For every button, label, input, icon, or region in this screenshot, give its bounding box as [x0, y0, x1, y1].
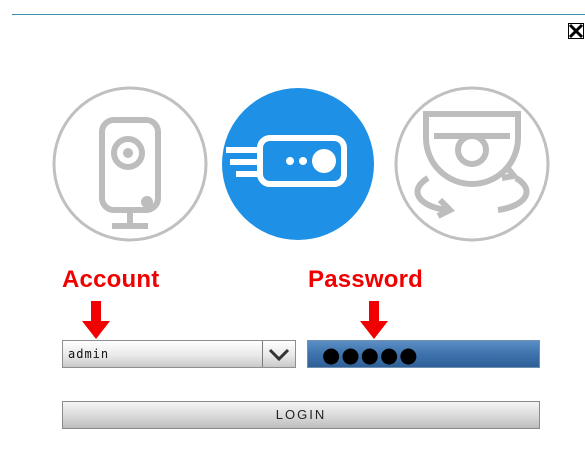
arrow-down-icon — [360, 301, 388, 339]
select-divider — [262, 341, 263, 367]
password-field[interactable]: ●●●●● — [307, 340, 540, 368]
nvr-recorder-icon[interactable] — [220, 86, 376, 242]
dome-camera-rotate-icon[interactable] — [394, 86, 550, 242]
chevron-down-icon[interactable] — [266, 345, 292, 363]
login-button[interactable]: LOGIN — [62, 401, 540, 429]
arrow-down-icon — [82, 301, 110, 339]
account-annotation: Account — [62, 266, 160, 293]
password-annotation: Password — [308, 266, 423, 293]
top-divider — [12, 14, 585, 15]
account-select[interactable]: admin — [62, 340, 296, 368]
account-select-value: admin — [68, 347, 110, 361]
ip-camera-icon[interactable] — [52, 86, 208, 242]
password-masked-value: ●●●●● — [322, 343, 419, 367]
close-icon[interactable] — [568, 23, 584, 39]
